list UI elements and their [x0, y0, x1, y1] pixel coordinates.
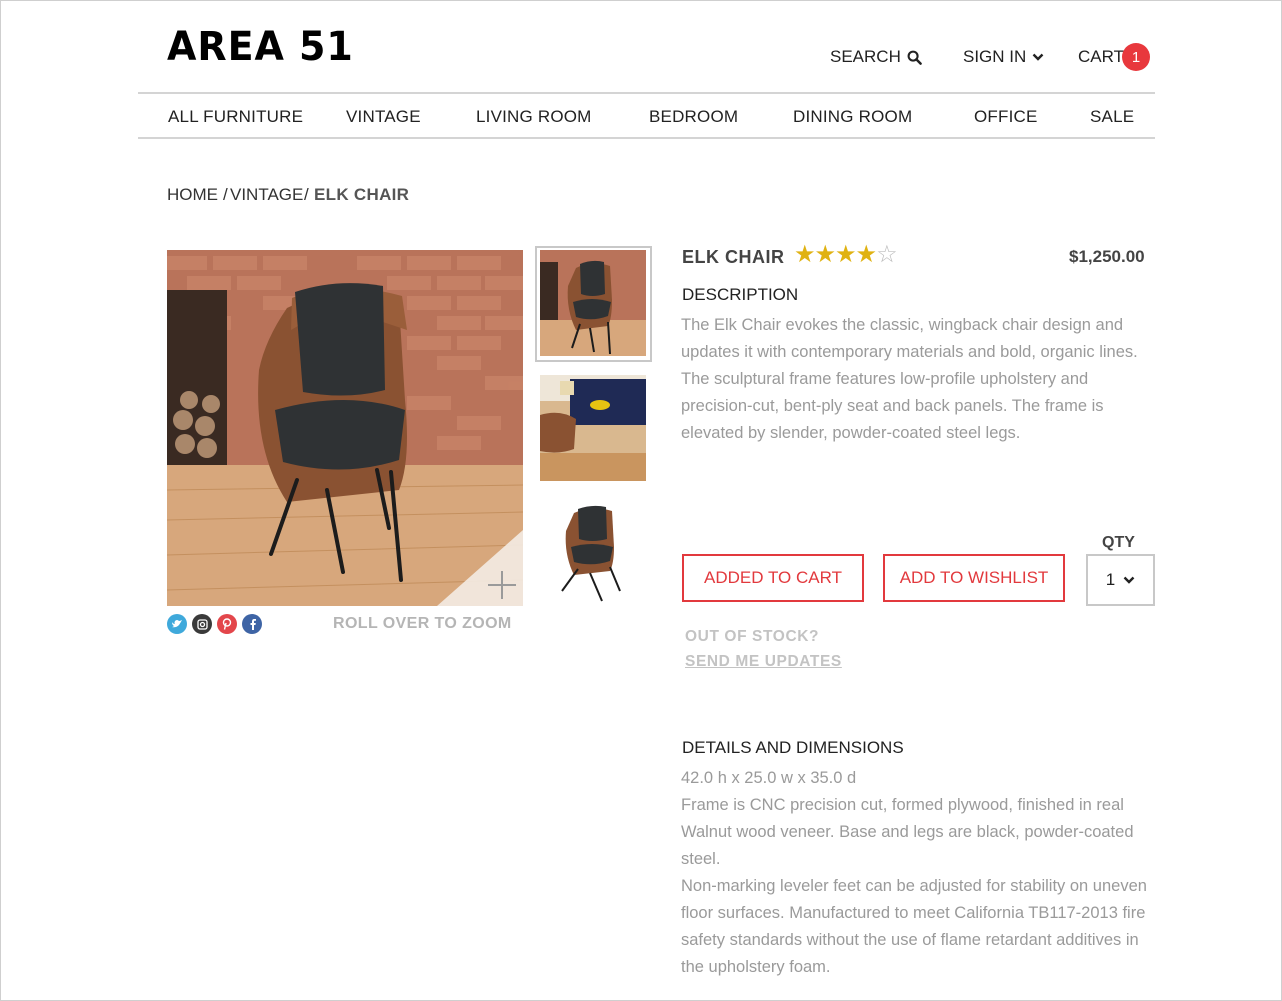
nav-item-office[interactable]: OFFICE: [974, 107, 1038, 127]
chevron-down-icon: [1123, 576, 1135, 584]
breadcrumb-separator: /: [223, 185, 228, 204]
signin-label: SIGN IN: [963, 47, 1027, 66]
cart-button[interactable]: CART 1: [1078, 43, 1150, 71]
nav-item-vintage[interactable]: VINTAGE: [346, 107, 421, 127]
details-heading: DETAILS AND DIMENSIONS: [682, 738, 904, 757]
zoom-hint: ROLL OVER TO ZOOM: [333, 615, 512, 632]
qty-select[interactable]: 1: [1086, 554, 1155, 606]
qty-value: 1: [1105, 570, 1116, 589]
product-thumbnail-2[interactable]: [540, 375, 646, 481]
star-filled-icon: ★: [855, 241, 877, 268]
details-paragraph-1: Frame is CNC precision cut, formed plywo…: [681, 796, 1134, 868]
nav-item-living-room[interactable]: LIVING ROOM: [476, 107, 592, 127]
breadcrumb-home[interactable]: HOME: [167, 185, 218, 205]
breadcrumb-vintage[interactable]: VINTAGE: [230, 185, 303, 205]
product-main-image[interactable]: [167, 250, 523, 606]
nav-divider-bottom: [138, 137, 1155, 139]
star-filled-icon: ★: [835, 241, 856, 268]
star-empty-icon: ☆: [876, 241, 897, 268]
brand-logo[interactable]: AREA 51: [167, 24, 354, 70]
product-thumbnail-1[interactable]: [540, 250, 646, 356]
search-button[interactable]: SEARCH: [830, 47, 922, 67]
facebook-icon[interactable]: [242, 614, 262, 634]
zoom-plus-icon[interactable]: [486, 569, 518, 601]
chevron-down-icon: [1032, 53, 1044, 61]
added-to-cart-button[interactable]: ADDED TO CART: [682, 554, 864, 602]
dimensions-text: 42.0 h x 25.0 w x 35.0 d: [681, 769, 857, 787]
rating-stars: ★★★★☆: [794, 240, 898, 269]
qty-label: QTY: [1102, 534, 1135, 551]
search-label: SEARCH: [830, 47, 901, 66]
product-price: $1,250.00: [1069, 247, 1145, 266]
star-filled-icon: ★: [814, 241, 836, 268]
product-name: ELK CHAIR: [682, 247, 785, 267]
nav-item-bedroom[interactable]: BEDROOM: [649, 107, 738, 127]
twitter-icon[interactable]: [167, 614, 187, 634]
cart-label: CART: [1078, 47, 1124, 66]
description-heading: DESCRIPTION: [682, 285, 799, 304]
nav-item-all-furniture[interactable]: ALL FURNITURE: [168, 107, 303, 127]
pinterest-icon[interactable]: [217, 614, 237, 634]
nav-item-sale[interactable]: SALE: [1090, 107, 1134, 127]
product-thumbnail-3[interactable]: [540, 497, 646, 603]
details-text: 42.0 h x 25.0 w x 35.0 d Frame is CNC pr…: [681, 765, 1156, 981]
send-updates-link[interactable]: SEND ME UPDATES: [685, 653, 842, 671]
signin-dropdown[interactable]: SIGN IN: [963, 47, 1044, 67]
details-paragraph-2: Non-marking leveler feet can be adjusted…: [681, 877, 1147, 976]
description-text: The Elk Chair evokes the classic, wingba…: [681, 316, 1138, 442]
nav-divider-top: [138, 92, 1155, 94]
breadcrumb-separator: /: [304, 185, 309, 204]
search-icon: [907, 50, 922, 65]
star-filled-icon: ★: [794, 241, 815, 268]
cart-count-badge: 1: [1122, 43, 1150, 71]
out-of-stock-label: OUT OF STOCK?: [685, 628, 820, 645]
breadcrumb-current: ELK CHAIR: [314, 185, 410, 204]
chair-photo: [167, 250, 523, 606]
nav-item-dining-room[interactable]: DINING ROOM: [793, 107, 912, 127]
instagram-icon[interactable]: [192, 614, 212, 634]
add-to-wishlist-button[interactable]: ADD TO WISHLIST: [883, 554, 1065, 602]
